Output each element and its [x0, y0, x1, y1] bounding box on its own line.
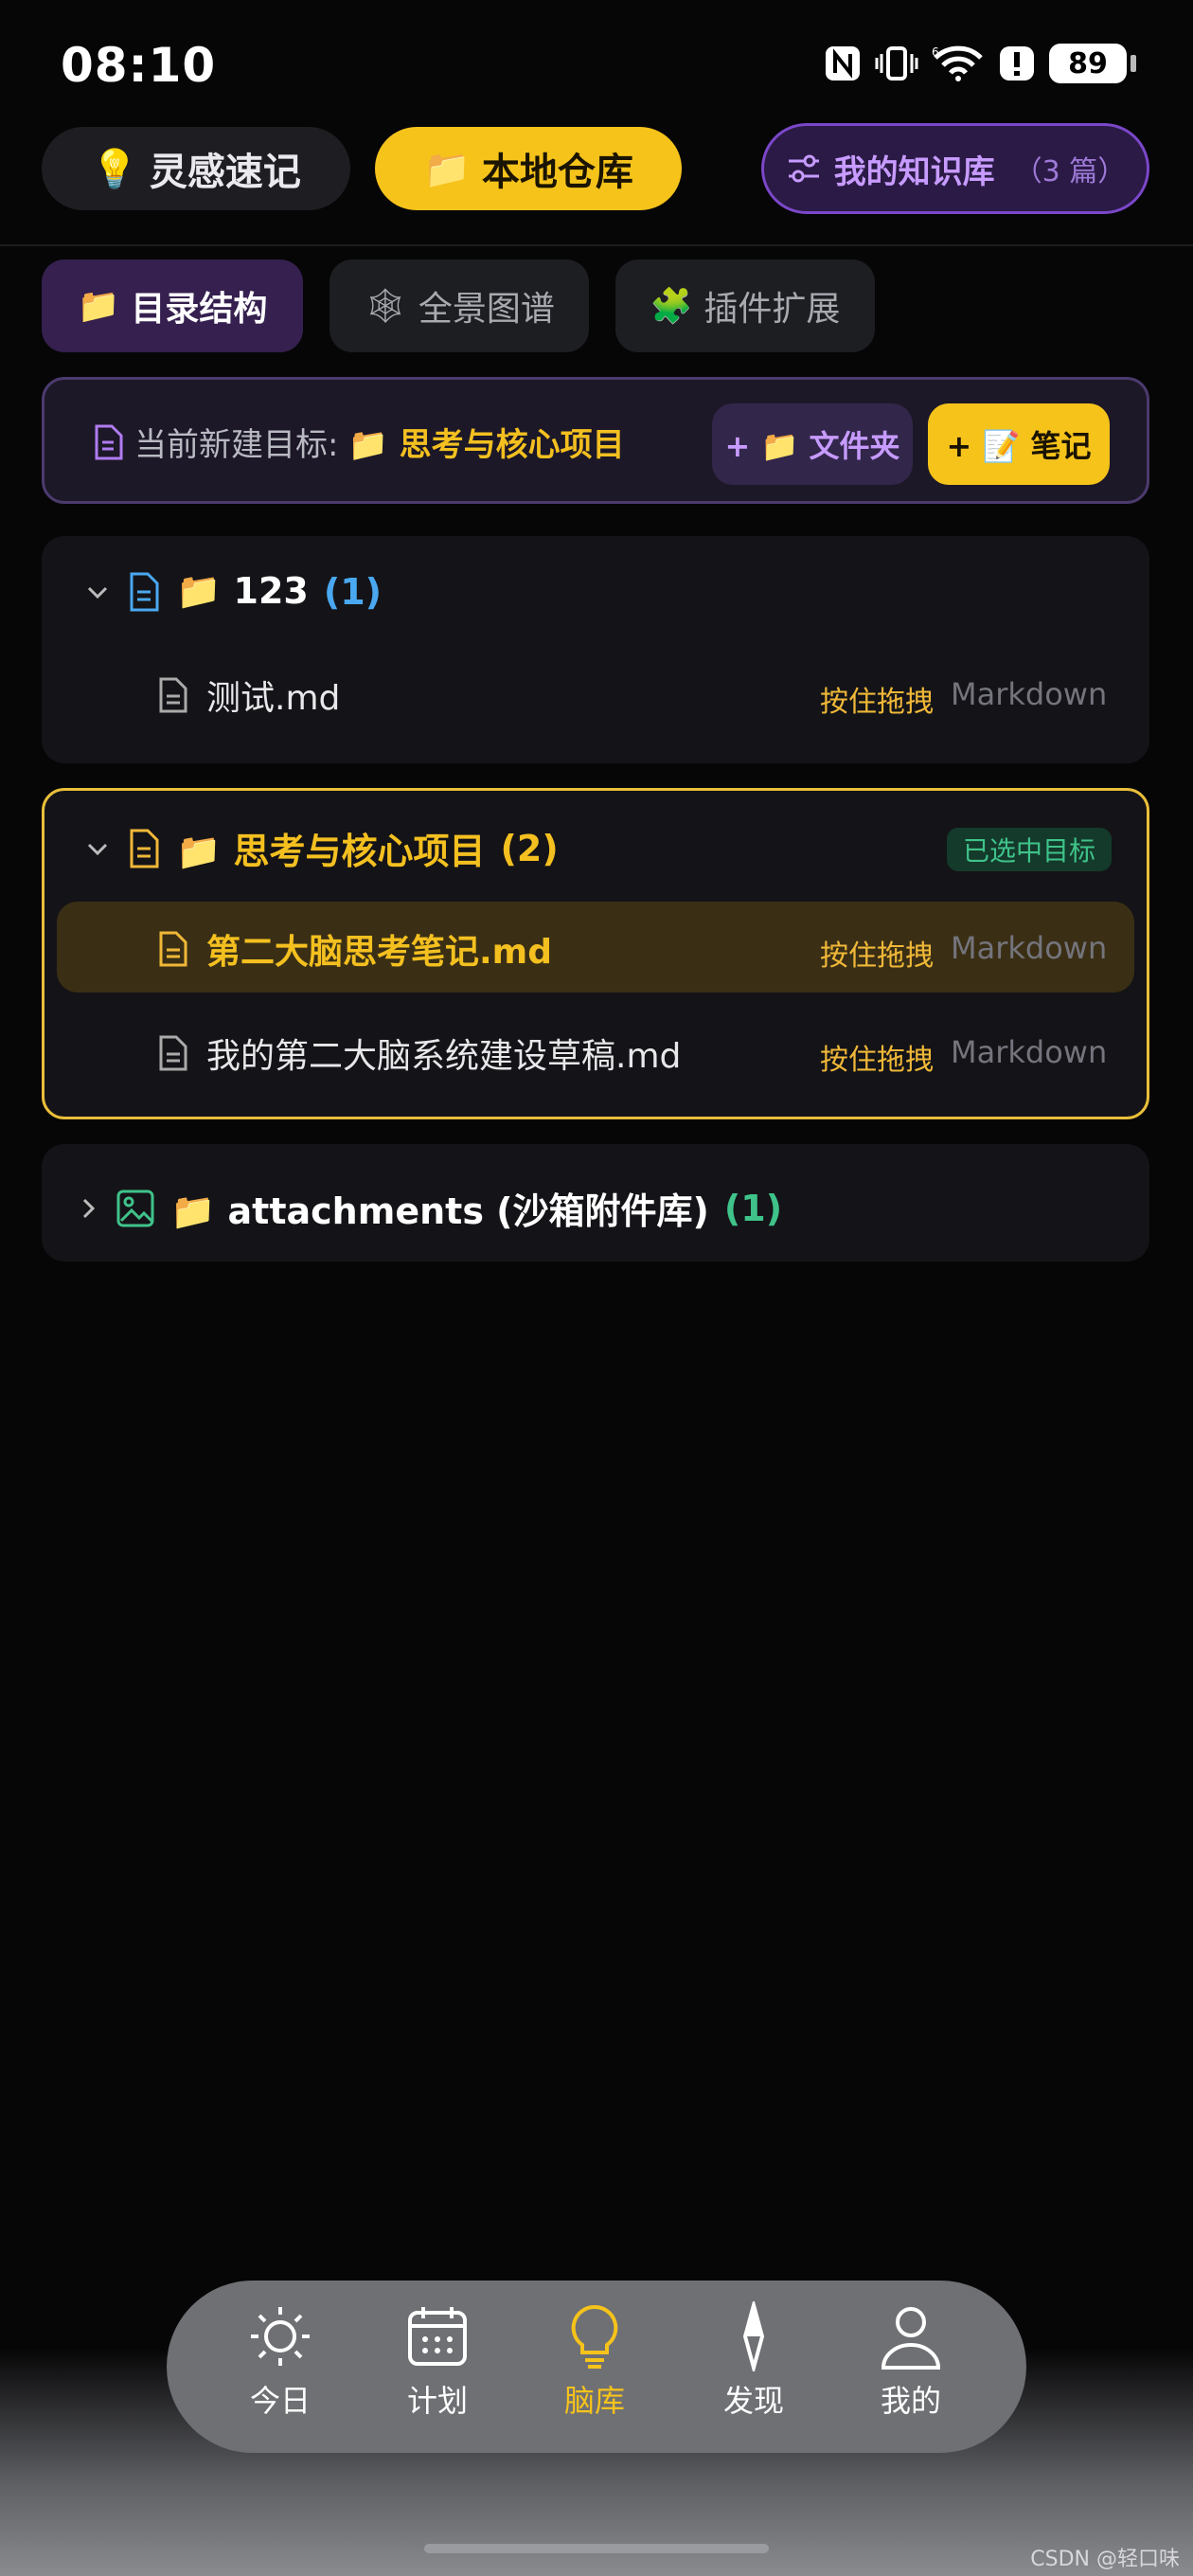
file-icon [159, 1035, 187, 1071]
tab-local-repo[interactable]: 📁 本地仓库 [375, 127, 682, 210]
file-type: Markdown [951, 1034, 1108, 1070]
file-row[interactable]: 测试.md [157, 671, 340, 720]
current-target-label: 当前新建目标: 📁 思考与核心项目 [91, 419, 625, 465]
web-icon: 🕸 [364, 287, 407, 326]
folder-name: 📁 attachments (沙箱附件库) [170, 1190, 709, 1232]
target-prefix: 当前新建目标: [134, 426, 339, 464]
drag-hint[interactable]: 按住拖拽 [820, 1036, 934, 1078]
nav-profile[interactable]: 我的 [854, 2301, 968, 2434]
folder-emoji-icon: 📁 [77, 287, 120, 326]
folder-header[interactable]: 📁 思考与核心项目 (2) [83, 822, 559, 874]
bulb-emoji-icon: 💡 [91, 147, 138, 191]
tab-label: 灵感速记 [149, 151, 301, 194]
nav-plan[interactable]: 计划 [381, 2301, 494, 2434]
nav-brain-library[interactable]: 脑库 [538, 2301, 651, 2434]
chevron-right-icon [82, 1198, 96, 1218]
my-knowledge-base-button[interactable]: 我的知识库 （3 篇） [761, 123, 1149, 214]
add-note-button[interactable]: + 📝 笔记 [928, 403, 1110, 485]
tab-directory-structure[interactable]: 📁 目录结构 [42, 259, 303, 352]
tab-label: 插件扩展 [703, 290, 841, 329]
document-icon [95, 424, 123, 459]
sliders-icon [788, 154, 819, 183]
folder-name: 📁 123 [176, 570, 309, 612]
sun-icon [251, 2307, 310, 2366]
tab-label: 目录结构 [131, 290, 268, 329]
add-folder-button[interactable]: + 📁 文件夹 [712, 403, 913, 485]
status-time: 08:10 [61, 38, 217, 93]
file-type: Markdown [951, 676, 1108, 712]
tab-plugin-extensions[interactable]: 🧩 插件扩展 [615, 259, 875, 352]
folder-header[interactable]: 📁 123 (1) [83, 570, 382, 613]
header-divider [0, 244, 1193, 246]
watermark: CSDN @轻口味 [1030, 2548, 1180, 2571]
file-name: 我的第二大脑系统建设草稿.md [206, 1037, 682, 1076]
tab-idea-capture[interactable]: 💡 灵感速记 [42, 127, 350, 210]
home-indicator[interactable] [424, 2544, 769, 2553]
nav-label: 脑库 [563, 2383, 625, 2419]
kb-label: 我的知识库 [833, 152, 995, 191]
nfc-icon [826, 46, 860, 80]
nav-label: 计划 [406, 2383, 468, 2419]
nav-label: 今日 [249, 2383, 311, 2419]
file-name: 测试.md [206, 679, 341, 718]
nav-discover[interactable]: 发现 [697, 2301, 810, 2434]
tab-label: 本地仓库 [481, 151, 633, 194]
puzzle-icon: 🧩 [650, 287, 693, 326]
svg-text:6: 6 [932, 45, 939, 59]
target-folder-name: 📁 思考与核心项目 [347, 426, 625, 464]
folder-name: 📁 思考与核心项目 [176, 831, 486, 872]
file-icon [159, 931, 187, 967]
file-icon [159, 677, 187, 713]
file-row[interactable]: 我的第二大脑系统建设草稿.md [157, 1029, 681, 1078]
selected-target-badge: 已选中目标 [947, 828, 1112, 871]
status-icons: 6 89 [824, 44, 1136, 83]
kb-count: （3 篇） [1013, 155, 1127, 188]
wifi-icon: 6 [932, 45, 983, 81]
document-icon [130, 829, 159, 868]
file-type: Markdown [951, 930, 1108, 966]
folder-emoji-icon: 📁 [423, 147, 471, 191]
alert-icon [1000, 46, 1034, 80]
tab-panorama-graph[interactable]: 🕸 全景图谱 [329, 259, 589, 352]
chevron-down-icon [87, 586, 108, 599]
calendar-icon [408, 2307, 467, 2366]
nav-label: 我的 [880, 2383, 941, 2419]
nav-today[interactable]: 今日 [223, 2301, 337, 2434]
file-name: 第二大脑思考笔记.md [206, 933, 552, 972]
folder-count: (1) [323, 570, 383, 613]
bulb-icon [571, 2304, 618, 2369]
person-icon [881, 2307, 941, 2370]
tab-label: 全景图谱 [418, 290, 555, 329]
drag-hint[interactable]: 按住拖拽 [820, 678, 934, 720]
chevron-down-icon [87, 843, 108, 855]
nav-label: 发现 [722, 2383, 784, 2419]
folder-count: (2) [500, 827, 559, 869]
vibrate-icon [875, 46, 918, 80]
folder-count: (1) [723, 1187, 783, 1229]
image-icon [116, 1190, 154, 1226]
document-icon [130, 572, 159, 611]
compass-icon [742, 2301, 765, 2371]
folder-header[interactable]: 📁 attachments (沙箱附件库) (1) [76, 1182, 782, 1234]
drag-hint[interactable]: 按住拖拽 [820, 932, 934, 974]
file-row[interactable]: 第二大脑思考笔记.md [157, 924, 552, 974]
battery-indicator: 89 [1049, 44, 1136, 83]
